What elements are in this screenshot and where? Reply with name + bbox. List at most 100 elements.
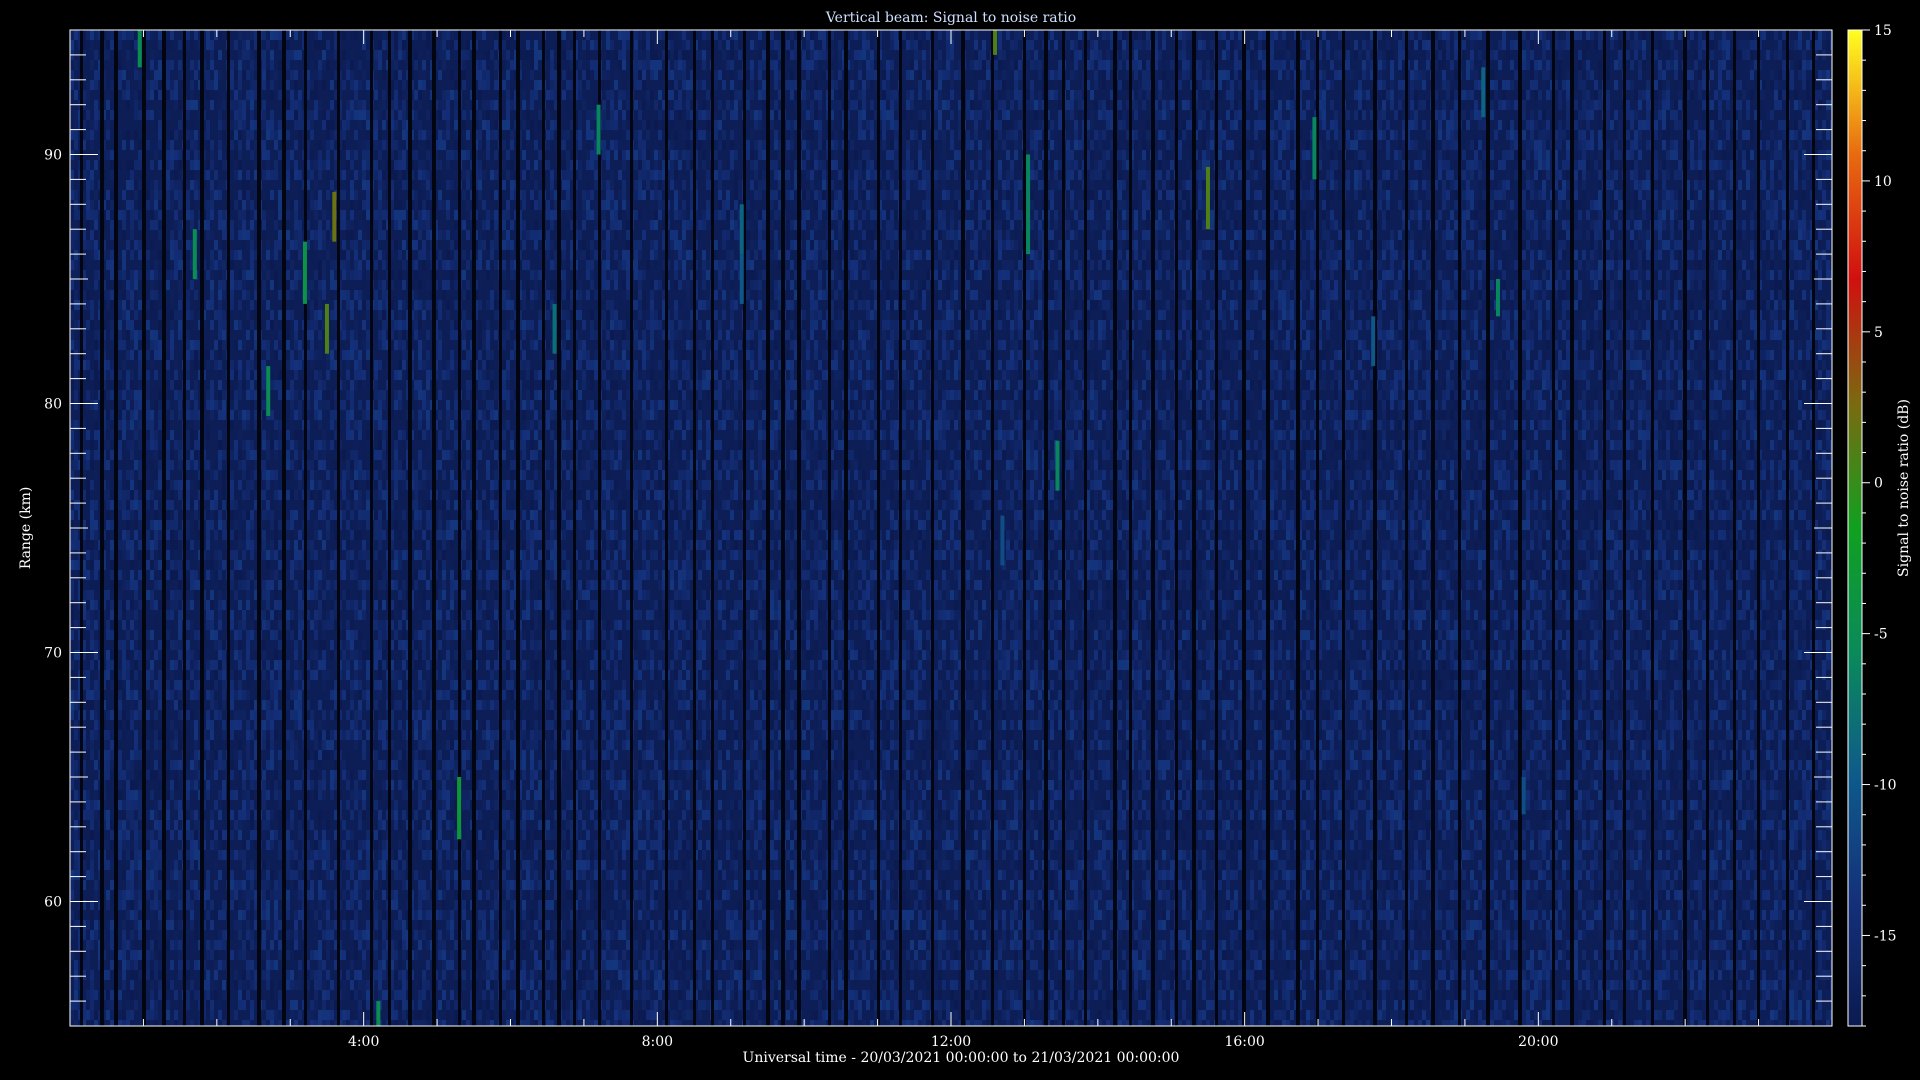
heatmap-cell xyxy=(354,170,358,180)
heatmap-cell xyxy=(270,70,274,80)
heatmap-cell xyxy=(110,490,114,500)
heatmap-cell xyxy=(74,870,78,880)
heatmap-cell xyxy=(158,680,162,690)
heatmap-cell xyxy=(310,470,314,480)
heatmap-cell xyxy=(230,950,234,960)
heatmap-cell xyxy=(230,280,234,290)
heatmap-cell xyxy=(330,550,334,560)
heatmap-cell xyxy=(242,690,246,700)
heatmap-cell xyxy=(214,50,218,60)
heatmap-cell xyxy=(174,580,178,590)
heatmap-cell xyxy=(278,150,282,160)
heatmap-cell xyxy=(126,990,130,1000)
heatmap-cell xyxy=(362,990,366,1000)
heatmap-cell xyxy=(266,50,270,60)
heatmap-cell xyxy=(134,820,138,830)
heatmap-cell xyxy=(90,440,94,450)
heatmap-cell xyxy=(314,930,318,940)
heatmap-cell xyxy=(362,930,366,940)
heatmap-cell xyxy=(242,410,246,420)
heatmap-cell xyxy=(322,670,326,680)
heatmap-cell xyxy=(246,960,250,970)
heatmap-cell xyxy=(322,410,326,420)
heatmap-cell xyxy=(342,660,346,670)
heatmap-cell xyxy=(294,80,298,90)
heatmap-cell xyxy=(238,980,242,990)
heatmap-cell xyxy=(230,450,234,460)
heatmap-cell xyxy=(310,730,314,740)
heatmap-cell xyxy=(346,120,350,130)
heatmap-cell xyxy=(270,280,274,290)
heatmap-cell xyxy=(374,900,378,910)
heatmap-cell xyxy=(346,270,350,280)
heatmap-cell xyxy=(246,580,250,590)
heatmap-cell xyxy=(354,190,358,200)
heatmap-cell xyxy=(126,960,130,970)
heatmap-cell xyxy=(166,280,170,290)
heatmap-cell xyxy=(166,570,170,580)
heatmap-cell xyxy=(250,770,254,780)
heatmap-cell xyxy=(266,160,270,170)
heatmap-cell xyxy=(314,620,318,630)
heatmap-cell xyxy=(222,270,226,280)
heatmap-cell xyxy=(90,840,94,850)
heatmap-cell xyxy=(86,680,90,690)
heatmap-cell xyxy=(154,1010,158,1020)
heatmap-cell xyxy=(150,400,154,410)
heatmap-cell xyxy=(290,940,294,950)
heatmap-cell xyxy=(234,570,238,580)
heatmap-cell xyxy=(110,670,114,680)
heatmap-cell xyxy=(314,750,318,760)
heatmap-cell xyxy=(130,410,134,420)
heatmap-cell xyxy=(90,590,94,600)
heatmap-cell xyxy=(262,550,266,560)
heatmap-cell xyxy=(122,340,126,350)
heatmap-cell xyxy=(122,670,126,680)
heatmap-cell xyxy=(218,370,222,380)
heatmap-cell xyxy=(126,830,130,840)
heatmap-cell xyxy=(274,590,278,600)
heatmap-cell xyxy=(278,800,282,810)
heatmap-cell xyxy=(262,370,266,380)
heatmap-cell xyxy=(330,300,334,310)
heatmap-cell xyxy=(290,60,294,70)
heatmap-cell xyxy=(278,1000,282,1010)
heatmap-cell xyxy=(94,990,98,1000)
heatmap-cell xyxy=(314,140,318,150)
heatmap-cell xyxy=(206,220,210,230)
heatmap-cell xyxy=(150,870,154,880)
heatmap-cell xyxy=(298,330,302,340)
heatmap-cell xyxy=(286,340,290,350)
heatmap-cell xyxy=(170,270,174,280)
heatmap-cell xyxy=(246,240,250,250)
heatmap-cell xyxy=(326,740,330,750)
heatmap-cell xyxy=(130,160,134,170)
heatmap-cell xyxy=(374,580,378,590)
heatmap-cell xyxy=(222,760,226,770)
heatmap-cell xyxy=(210,700,214,710)
heatmap-cell xyxy=(378,140,382,150)
heatmap-cell xyxy=(270,510,274,520)
heatmap-cell xyxy=(262,860,266,870)
heatmap-cell xyxy=(318,250,322,260)
heatmap-cell xyxy=(274,730,278,740)
heatmap-cell xyxy=(238,450,242,460)
heatmap-cell xyxy=(374,250,378,260)
heatmap-cell xyxy=(126,160,130,170)
heatmap-cell xyxy=(214,190,218,200)
heatmap-cell xyxy=(246,270,250,280)
heatmap-cell xyxy=(146,420,150,430)
heatmap-cell xyxy=(170,560,174,570)
heatmap-cell xyxy=(158,460,162,470)
heatmap-cell xyxy=(110,890,114,900)
heatmap-cell xyxy=(314,570,318,580)
heatmap-cell xyxy=(266,40,270,50)
heatmap-cell xyxy=(158,110,162,120)
heatmap-cell xyxy=(134,830,138,840)
heatmap-cell xyxy=(150,140,154,150)
heatmap-cell xyxy=(286,390,290,400)
heatmap-cell xyxy=(326,930,330,940)
heatmap-cell xyxy=(274,660,278,670)
heatmap-cell xyxy=(314,310,318,320)
heatmap-cell xyxy=(110,520,114,530)
